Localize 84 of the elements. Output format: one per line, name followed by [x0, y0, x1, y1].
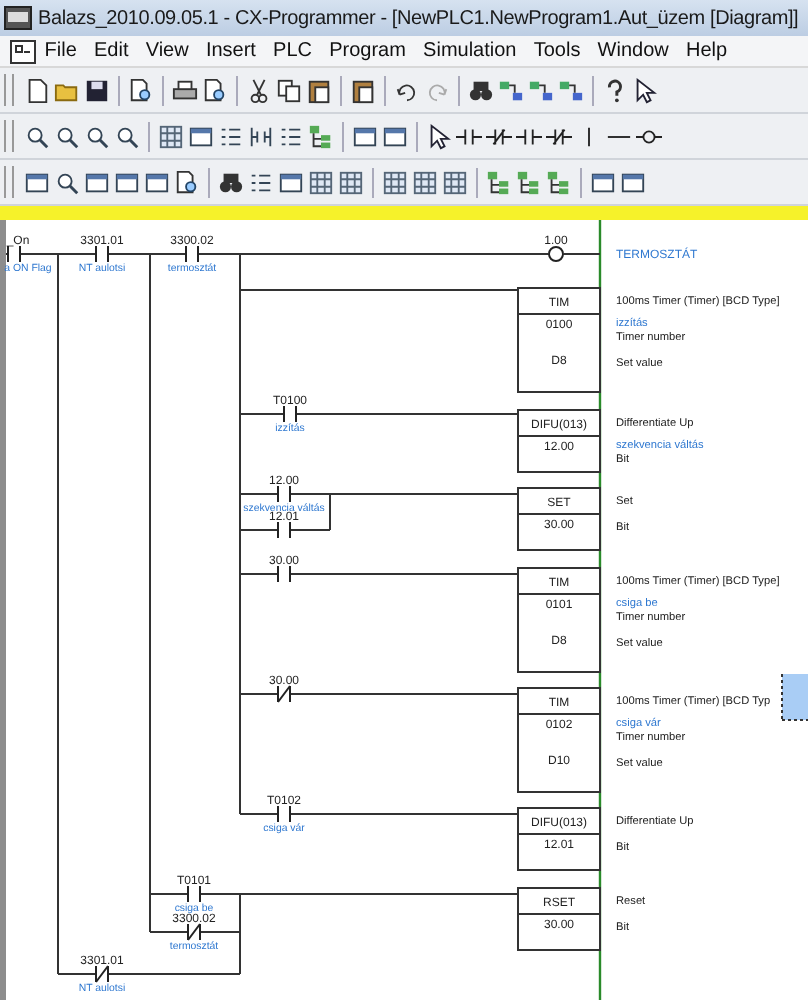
- window-icon[interactable]: [590, 169, 616, 195]
- slashed-contact-icon[interactable]: [546, 123, 572, 149]
- list-icon[interactable]: [278, 123, 304, 149]
- clipboard-icon[interactable]: [350, 77, 376, 103]
- network-icon[interactable]: [558, 77, 584, 103]
- list-icon[interactable]: [248, 169, 274, 195]
- slashed-contact-icon[interactable]: [277, 685, 291, 703]
- grid-icon[interactable]: [412, 169, 438, 195]
- wire: [563, 253, 601, 255]
- instruction-block[interactable]: [517, 807, 601, 871]
- instruction-block[interactable]: [517, 887, 601, 951]
- contact-icon[interactable]: [277, 565, 291, 583]
- coil-icon[interactable]: [548, 246, 564, 262]
- save-icon[interactable]: [84, 77, 110, 103]
- zoom-icon[interactable]: [84, 123, 110, 149]
- menu-item[interactable]: Help: [677, 40, 736, 62]
- help-pointer-icon[interactable]: [632, 77, 658, 103]
- window-title: Balazs_2010.09.05.1 - CX-Programmer - [NewPLC1.NewProgram1.Aut_üzem [Diagram]]: [38, 7, 799, 29]
- contact-icon[interactable]: [277, 805, 291, 823]
- contact-icon[interactable]: [277, 485, 291, 503]
- menu-item[interactable]: PLC: [264, 40, 321, 62]
- binoculars-icon[interactable]: [218, 169, 244, 195]
- menu-item[interactable]: Insert: [197, 40, 265, 62]
- tree-icon[interactable]: [486, 169, 512, 195]
- print-preview-icon[interactable]: [202, 77, 228, 103]
- contact-icon[interactable]: [95, 245, 109, 263]
- contact-icon[interactable]: [187, 885, 201, 903]
- cut-icon[interactable]: [246, 77, 272, 103]
- paste-icon[interactable]: [306, 77, 332, 103]
- grid-icon[interactable]: [382, 169, 408, 195]
- contact-icon[interactable]: [283, 405, 297, 423]
- instruction-block[interactable]: [517, 487, 601, 551]
- window-icon[interactable]: [114, 169, 140, 195]
- menu-item[interactable]: Tools: [525, 40, 589, 62]
- rung-icon[interactable]: [248, 123, 274, 149]
- document-icon[interactable]: [10, 39, 36, 63]
- instruction-block[interactable]: [517, 287, 601, 393]
- window-icon[interactable]: [620, 169, 646, 195]
- network-icon[interactable]: [528, 77, 554, 103]
- copy-icon[interactable]: [276, 77, 302, 103]
- slashed-contact-icon[interactable]: [95, 965, 109, 983]
- instruction-block[interactable]: [517, 409, 601, 473]
- help-icon[interactable]: [602, 77, 628, 103]
- window-icon[interactable]: [84, 169, 110, 195]
- document-icon[interactable]: [174, 169, 200, 195]
- instruction-block[interactable]: [517, 687, 601, 793]
- grid-icon[interactable]: [338, 169, 364, 195]
- instruction-block[interactable]: [517, 567, 601, 673]
- window-icon[interactable]: [352, 123, 378, 149]
- slashed-contact-icon[interactable]: [187, 923, 201, 941]
- zoom-icon[interactable]: [54, 169, 80, 195]
- grid-icon[interactable]: [308, 169, 334, 195]
- window-icon[interactable]: [188, 123, 214, 149]
- grid-icon[interactable]: [158, 123, 184, 149]
- menu-item[interactable]: File: [36, 40, 86, 62]
- window-icon[interactable]: [382, 123, 408, 149]
- menu-item[interactable]: Simulation: [414, 40, 526, 62]
- window-icon[interactable]: [278, 169, 304, 195]
- tree-icon[interactable]: [516, 169, 542, 195]
- slashed-contact-icon[interactable]: [486, 123, 512, 149]
- new-file-icon[interactable]: [24, 77, 50, 103]
- selection-cursor: [781, 673, 808, 721]
- zoom-icon[interactable]: [114, 123, 140, 149]
- contact-icon[interactable]: [7, 245, 21, 263]
- list-icon[interactable]: [218, 123, 244, 149]
- contact-icon[interactable]: [277, 521, 291, 539]
- printer-icon[interactable]: [172, 77, 198, 103]
- tree-icon[interactable]: [546, 169, 572, 195]
- zoom-icon[interactable]: [54, 123, 80, 149]
- menu-item[interactable]: View: [137, 40, 198, 62]
- pointer-icon[interactable]: [426, 123, 452, 149]
- menu-item[interactable]: Window: [589, 40, 678, 62]
- document-magnifier-icon[interactable]: [128, 77, 154, 103]
- zoom-icon[interactable]: [24, 123, 50, 149]
- tree-icon[interactable]: [308, 123, 334, 149]
- grid-icon[interactable]: [442, 169, 468, 195]
- contact-icon[interactable]: [185, 245, 199, 263]
- window-icon[interactable]: [24, 169, 50, 195]
- binoculars-icon[interactable]: [468, 77, 494, 103]
- app-icon: [4, 6, 32, 30]
- menu-item[interactable]: Program: [320, 40, 415, 62]
- menu-item[interactable]: Edit: [85, 40, 138, 62]
- window-icon[interactable]: [144, 169, 170, 195]
- network-icon[interactable]: [498, 77, 524, 103]
